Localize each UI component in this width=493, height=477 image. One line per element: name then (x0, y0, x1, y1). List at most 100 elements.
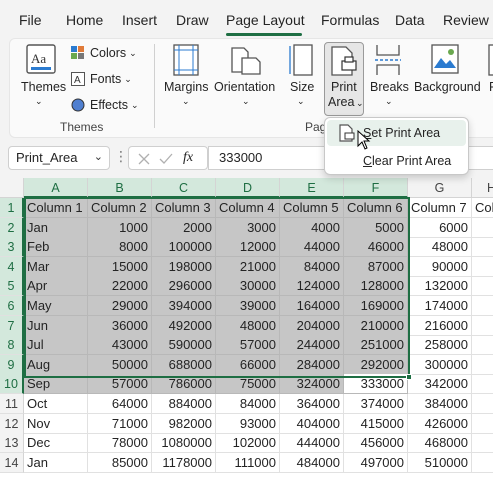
tab-file[interactable]: File (19, 12, 42, 28)
tab-draw[interactable]: Draw (176, 12, 209, 28)
cell[interactable] (472, 355, 493, 375)
row-header-7[interactable]: 7 (0, 315, 24, 336)
fonts-button[interactable]: A Fonts ⌄ (71, 72, 132, 86)
cell[interactable]: Dec (24, 433, 88, 454)
tab-review[interactable]: Review (443, 12, 489, 28)
cell[interactable]: 8000 (88, 237, 152, 258)
cell[interactable]: 132000 (408, 276, 472, 297)
cell[interactable]: 590000 (152, 335, 216, 356)
column-header-c[interactable]: C (152, 178, 216, 198)
set-print-area-item[interactable]: Set Print Area (327, 120, 466, 150)
cell[interactable]: 84000 (216, 394, 280, 414)
cell[interactable]: 84000 (280, 256, 344, 277)
tab-insert[interactable]: Insert (122, 12, 157, 28)
cell[interactable]: 394000 (152, 296, 216, 316)
colors-button[interactable]: Colors ⌄ (71, 46, 137, 60)
column-header-d[interactable]: D (216, 178, 280, 198)
column-header-a[interactable]: A (24, 178, 88, 198)
cell[interactable]: 1080000 (152, 433, 216, 454)
cell[interactable]: Column 4 (216, 198, 280, 218)
cell[interactable]: 22000 (88, 276, 152, 297)
background-button[interactable]: Background (412, 44, 481, 116)
cell[interactable]: Oct (24, 394, 88, 414)
cell[interactable]: 342000 (408, 374, 472, 395)
row-header-8[interactable]: 8 (0, 335, 24, 356)
cell[interactable]: 3000 (216, 217, 280, 238)
cell[interactable]: 111000 (216, 452, 280, 473)
cell[interactable]: 21000 (216, 256, 280, 277)
row-header-10[interactable]: 10 (0, 374, 24, 395)
cell[interactable]: 198000 (152, 256, 216, 277)
cell[interactable]: 688000 (152, 354, 216, 375)
fill-handle[interactable] (406, 374, 412, 380)
cell[interactable]: Column 5 (280, 198, 344, 218)
effects-button[interactable]: Effects ⌄ (71, 98, 139, 112)
cell[interactable]: 39000 (216, 296, 280, 316)
cell[interactable]: Column 3 (152, 198, 216, 218)
row-header-1[interactable]: 1 (0, 198, 24, 218)
cell[interactable]: 78000 (88, 433, 152, 454)
cell[interactable]: 50000 (88, 354, 152, 375)
cell[interactable]: 102000 (216, 433, 280, 454)
cell[interactable]: 12000 (216, 237, 280, 258)
cell[interactable] (472, 433, 493, 454)
cell[interactable] (472, 296, 493, 316)
orientation-button[interactable]: Orientation ⌄ (214, 44, 278, 116)
cell[interactable]: Feb (24, 237, 88, 258)
cell[interactable]: 258000 (408, 335, 472, 356)
cancel-icon[interactable] (137, 152, 151, 166)
more-options-icon[interactable]: ⋮ (114, 148, 128, 165)
margins-button[interactable]: Margins ⌄ (162, 44, 210, 116)
cell[interactable]: 284000 (280, 354, 344, 375)
cell[interactable]: Column 2 (88, 198, 152, 218)
cell[interactable]: Column 7 (408, 198, 472, 218)
cell[interactable]: Mar (24, 256, 88, 277)
cell[interactable]: 100000 (152, 237, 216, 258)
select-all-corner[interactable] (0, 178, 24, 198)
row-header-2[interactable]: 2 (0, 217, 24, 238)
cell[interactable]: Apr (24, 276, 88, 297)
cell[interactable] (472, 316, 493, 336)
column-header-e[interactable]: E (280, 178, 344, 198)
cell[interactable]: 174000 (408, 296, 472, 316)
cell[interactable]: 87000 (344, 256, 408, 277)
row-header-9[interactable]: 9 (0, 354, 24, 375)
print-area-button[interactable]: Print Area ⌄ (324, 42, 364, 116)
cell[interactable]: 48000 (408, 237, 472, 258)
cell[interactable]: 93000 (216, 413, 280, 434)
cell[interactable]: 43000 (88, 335, 152, 356)
cell[interactable]: 1000 (88, 217, 152, 238)
column-header-h[interactable]: H (472, 178, 493, 198)
row-header-12[interactable]: 12 (0, 413, 24, 434)
cell[interactable]: 128000 (344, 276, 408, 297)
cell[interactable]: 364000 (280, 394, 344, 414)
insert-function-icon[interactable]: fx (183, 150, 193, 166)
cell[interactable]: 444000 (280, 433, 344, 454)
cell[interactable]: 164000 (280, 296, 344, 316)
cell[interactable]: Jul (24, 335, 88, 356)
cell[interactable]: Column 6 (344, 198, 408, 218)
cell[interactable]: Column 1 (24, 198, 88, 218)
cell[interactable]: 884000 (152, 394, 216, 414)
cell[interactable]: 85000 (88, 452, 152, 473)
tab-home[interactable]: Home (66, 12, 103, 28)
cell[interactable]: 404000 (280, 413, 344, 434)
cell[interactable]: 468000 (408, 433, 472, 454)
cell[interactable]: 296000 (152, 276, 216, 297)
cell[interactable]: Col (472, 198, 493, 218)
cell[interactable]: 46000 (344, 237, 408, 258)
cell[interactable]: 510000 (408, 452, 472, 473)
cell[interactable]: 1178000 (152, 452, 216, 473)
cell[interactable]: 426000 (408, 413, 472, 434)
cell[interactable]: 210000 (344, 315, 408, 336)
cell[interactable]: May (24, 296, 88, 316)
tab-data[interactable]: Data (395, 12, 425, 28)
cell[interactable]: 384000 (408, 394, 472, 414)
cell[interactable] (472, 453, 493, 473)
column-header-b[interactable]: B (88, 178, 152, 198)
cell[interactable]: 75000 (216, 374, 280, 395)
cell[interactable]: 6000 (408, 217, 472, 238)
cell[interactable]: Sep (24, 374, 88, 395)
cell[interactable] (472, 218, 493, 238)
tab-page-layout[interactable]: Page Layout (226, 12, 305, 28)
